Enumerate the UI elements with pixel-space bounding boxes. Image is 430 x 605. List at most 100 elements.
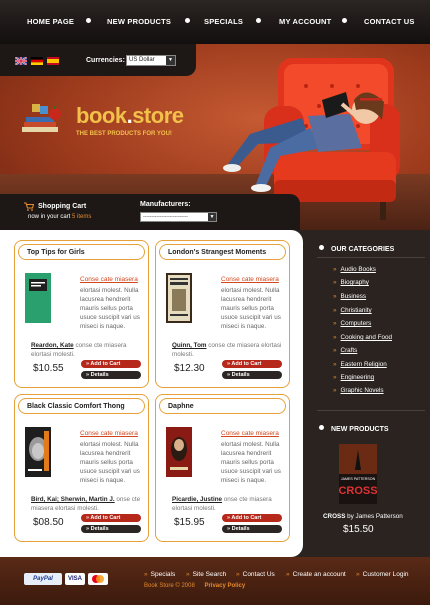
product-description-link[interactable]: Conse cate miasera xyxy=(221,430,279,437)
arrow-icon: » xyxy=(333,347,337,354)
manufacturers-selected-value: --------------------------- xyxy=(143,214,188,220)
nav-contact-us[interactable]: CONTACT US xyxy=(364,17,415,26)
product-description-link[interactable]: Conse cate miasera xyxy=(80,276,138,283)
product-author-link[interactable]: Reardon, Kate xyxy=(31,342,74,349)
germany-flag-icon[interactable] xyxy=(31,57,43,65)
cover-title-text: CROSS xyxy=(339,485,377,497)
privacy-policy-link[interactable]: Privacy Policy xyxy=(204,583,245,589)
nav-separator-icon xyxy=(256,18,261,23)
product-author-link[interactable]: Picardie, Justine xyxy=(172,496,222,503)
manufacturers-select[interactable]: --------------------------- ▼ xyxy=(140,212,217,222)
category-business[interactable]: » Business xyxy=(333,293,366,300)
product-title[interactable]: Top Tips for Girls xyxy=(27,249,85,256)
category-crafts[interactable]: » Crafts xyxy=(333,347,357,354)
book-cover-image[interactable] xyxy=(166,427,192,477)
books-logo-icon xyxy=(22,104,61,132)
spain-flag-icon[interactable] xyxy=(47,57,59,65)
arrow-icon: » xyxy=(186,571,190,578)
divider xyxy=(317,257,425,258)
book-cover-image[interactable] xyxy=(25,273,51,323)
category-christianity[interactable]: » Christianity xyxy=(333,307,372,314)
shopping-cart-title[interactable]: Shopping Cart xyxy=(38,203,86,210)
product-title[interactable]: Black Classic Comfort Thong xyxy=(27,403,125,410)
category-label: Eastern Religion xyxy=(340,361,387,368)
footer-link-customer-login[interactable]: » Customer Login xyxy=(356,571,409,578)
product-title[interactable]: London's Strangest Moments xyxy=(168,249,266,256)
category-cooking-and-food[interactable]: » Cooking and Food xyxy=(333,334,392,341)
arrow-icon: » xyxy=(144,571,148,578)
footer-link-contact-us[interactable]: » Contact Us xyxy=(236,571,275,578)
cart-item-count[interactable]: 5 items xyxy=(72,214,91,220)
category-biography[interactable]: » Biography xyxy=(333,279,369,286)
book-cover-image[interactable] xyxy=(25,427,51,477)
category-engineering[interactable]: » Engineering xyxy=(333,374,374,381)
manufacturers-label: Manufacturers: xyxy=(140,201,191,208)
currency-selected-value: US Dollar xyxy=(129,57,155,63)
product-description-link[interactable]: Conse cate miasera xyxy=(221,276,279,283)
add-to-cart-button[interactable]: » Add to Cart xyxy=(81,514,141,522)
shopping-cart-icon[interactable] xyxy=(24,202,34,211)
footer-link-create-account[interactable]: » Create an account xyxy=(286,571,346,578)
new-product-price: $15.50 xyxy=(343,524,374,535)
add-to-cart-label: Add to Cart xyxy=(90,361,121,367)
footer-link-site-search[interactable]: » Site Search xyxy=(186,571,226,578)
category-audio-books[interactable]: » Audio Books xyxy=(333,266,376,273)
arrow-icon: » xyxy=(333,266,337,273)
currency-panel: Currencies: US Dollar ▼ xyxy=(0,44,196,76)
book-cover-image[interactable] xyxy=(166,273,192,323)
product-price: $12.30 xyxy=(174,363,205,374)
product-price: $08.50 xyxy=(33,517,64,528)
details-button[interactable]: » Details xyxy=(81,371,141,379)
footer: PayPal VISA » Specials » Site Search » Cont… xyxy=(0,557,430,605)
product-title[interactable]: Daphne xyxy=(168,403,194,410)
currency-select[interactable]: US Dollar ▼ xyxy=(126,55,176,66)
nav-new-products[interactable]: NEW PRODUCTS xyxy=(107,17,171,26)
product-author-link[interactable]: Quinn, Tom xyxy=(172,342,207,349)
add-to-cart-label: Add to Cart xyxy=(90,515,121,521)
add-to-cart-button[interactable]: » Add to Cart xyxy=(81,360,141,368)
details-button[interactable]: » Details xyxy=(222,525,282,533)
details-label: Details xyxy=(90,372,109,378)
cover-author-text: JAMES PATTERSON xyxy=(341,477,376,481)
product-author-link[interactable]: Bird, Kai; Sherwin, Martin J. xyxy=(31,496,115,503)
arrow-icon: » xyxy=(333,374,337,381)
nav-my-account[interactable]: MY ACCOUNT xyxy=(279,17,331,26)
mastercard-icon xyxy=(88,573,108,585)
product-card-header: London's Strangest Moments xyxy=(159,244,286,260)
details-label: Details xyxy=(231,526,250,532)
site-logo[interactable]: book.store xyxy=(76,103,184,129)
details-button[interactable]: » Details xyxy=(222,371,282,379)
logo-word-book: book xyxy=(76,103,127,128)
category-label: Engineering xyxy=(340,374,375,381)
details-button[interactable]: » Details xyxy=(81,525,141,533)
nav-home-page[interactable]: HOME PAGE xyxy=(27,17,74,26)
nav-separator-icon xyxy=(86,18,91,23)
category-label: Business xyxy=(340,293,367,300)
category-graphic-novels[interactable]: » Graphic Novels xyxy=(333,387,384,394)
arrow-icon: » xyxy=(356,571,360,578)
product-description: elortasi molest. Nulla lacusrea hendreri… xyxy=(221,441,281,484)
category-computers[interactable]: » Computers xyxy=(333,320,371,327)
footer-link-specials[interactable]: » Specials xyxy=(144,571,175,578)
product-description-link[interactable]: Conse cate miasera xyxy=(80,430,138,437)
product-card-header: Top Tips for Girls xyxy=(18,244,145,260)
add-to-cart-button[interactable]: » Add to Cart xyxy=(222,514,282,522)
category-label: Graphic Novels xyxy=(340,387,384,394)
product-description: elortasi molest. Nulla lacusrea hendreri… xyxy=(221,287,281,330)
details-label: Details xyxy=(90,526,109,532)
product-author-line: Bird, Kai; Sherwin, Martin J. onse cte m… xyxy=(31,495,147,513)
new-product-cover-image[interactable]: JAMES PATTERSON CROSS xyxy=(339,444,377,504)
new-product-title: CROSS by James Patterson xyxy=(323,513,403,520)
product-card-header: Daphne xyxy=(159,398,286,414)
categories-heading: OUR CATEGORIES xyxy=(319,245,394,253)
add-to-cart-button[interactable]: » Add to Cart xyxy=(222,360,282,368)
nav-specials[interactable]: SPECIALS xyxy=(204,17,243,26)
new-product-name-link[interactable]: CROSS xyxy=(323,513,345,520)
arrow-icon: » xyxy=(333,334,337,341)
logo-tagline: THE BEST PRODUCTS FOR YOU! xyxy=(76,131,172,137)
category-eastern-religion[interactable]: » Eastern Religion xyxy=(333,361,387,368)
uk-flag-icon[interactable] xyxy=(15,57,27,65)
add-to-cart-label: Add to Cart xyxy=(231,515,262,521)
cart-summary: now in your cart 5 items xyxy=(28,214,91,220)
footer-link-label: Contact Us xyxy=(242,571,275,578)
